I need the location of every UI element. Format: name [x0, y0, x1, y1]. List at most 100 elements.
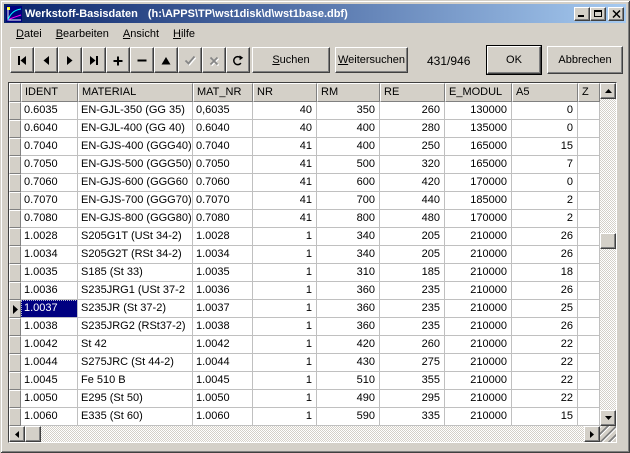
grid-cell-material[interactable]: EN-GJL-350 (GG 35) — [78, 102, 193, 120]
grid-cell-z[interactable] — [578, 408, 600, 426]
grid-cell-ident[interactable]: 0.7070 — [21, 192, 78, 210]
grid-cell-mat_nr[interactable]: 1.0060 — [193, 408, 253, 426]
resize-grip[interactable] — [600, 426, 616, 442]
grid-cell-z[interactable] — [578, 372, 600, 390]
scroll-down-button[interactable] — [600, 410, 616, 426]
search-next-button[interactable]: Weitersuchen — [335, 47, 408, 73]
nav-insert-button[interactable] — [106, 47, 130, 73]
grid-cell-a5[interactable]: 22 — [512, 390, 578, 408]
grid-cell-material[interactable]: Fe 510 B — [78, 372, 193, 390]
grid-cell-a5[interactable]: 15 — [512, 408, 578, 426]
grid-cell-ident[interactable]: 1.0036 — [21, 282, 78, 300]
grid-cell-re[interactable]: 235 — [380, 318, 445, 336]
grid-cell-a5[interactable]: 18 — [512, 264, 578, 282]
grid-cell-nr[interactable]: 1 — [253, 390, 317, 408]
grid-cell-material[interactable]: S205G2T (RSt 34-2) — [78, 246, 193, 264]
grid-cell-nr[interactable]: 41 — [253, 174, 317, 192]
grid-cell-nr[interactable]: 1 — [253, 264, 317, 282]
grid-cell-nr[interactable]: 41 — [253, 138, 317, 156]
menu-ansicht[interactable]: Ansicht — [116, 26, 166, 42]
grid-cell-z[interactable] — [578, 192, 600, 210]
grid-cell-nr[interactable]: 1 — [253, 372, 317, 390]
grid-cell-e_modul[interactable]: 170000 — [445, 174, 512, 192]
grid-cell-material[interactable]: EN-GJS-600 (GGG60 — [78, 174, 193, 192]
grid-cell-re[interactable]: 235 — [380, 300, 445, 318]
grid-cell-material[interactable]: St 42 — [78, 336, 193, 354]
grid-cell-rm[interactable]: 360 — [317, 318, 380, 336]
grid-cell-rm[interactable]: 340 — [317, 228, 380, 246]
grid-cell-re[interactable]: 185 — [380, 264, 445, 282]
grid-cell-e_modul[interactable]: 210000 — [445, 354, 512, 372]
menu-bearbeiten[interactable]: Bearbeiten — [49, 26, 116, 42]
grid-cell-z[interactable] — [578, 264, 600, 282]
grid-cell-rm[interactable]: 360 — [317, 300, 380, 318]
grid-cell-rm[interactable]: 490 — [317, 390, 380, 408]
nav-prior-button[interactable] — [34, 47, 58, 73]
grid-cell-material[interactable]: S235JRG2 (RSt37-2) — [78, 318, 193, 336]
grid-cell-mat_nr[interactable]: 1.0044 — [193, 354, 253, 372]
grid-cell-rm[interactable]: 310 — [317, 264, 380, 282]
grid-cell-nr[interactable]: 1 — [253, 282, 317, 300]
grid-cell-rm[interactable]: 360 — [317, 282, 380, 300]
grid-cell-mat_nr[interactable]: 0,6035 — [193, 102, 253, 120]
grid-cell-material[interactable]: EN-GJS-500 (GGG50) — [78, 156, 193, 174]
grid-cell-ident[interactable]: 0.7060 — [21, 174, 78, 192]
grid-cell-ident[interactable]: 0.7040 — [21, 138, 78, 156]
grid-cell-z[interactable] — [578, 210, 600, 228]
grid-cell-z[interactable] — [578, 174, 600, 192]
grid-cell-nr[interactable]: 1 — [253, 336, 317, 354]
grid-cell-material[interactable]: EN-GJS-700 (GGG70) — [78, 192, 193, 210]
grid-cell-nr[interactable]: 40 — [253, 102, 317, 120]
grid-cell-material[interactable]: S275JRC (St 44-2) — [78, 354, 193, 372]
nav-delete-button[interactable] — [130, 47, 154, 73]
grid-cell-mat_nr[interactable]: 0.7070 — [193, 192, 253, 210]
grid-cell-mat_nr[interactable]: 0.7060 — [193, 174, 253, 192]
maximize-button[interactable] — [590, 7, 606, 21]
grid-cell-ident[interactable]: 1.0044 — [21, 354, 78, 372]
grid-cell-re[interactable]: 275 — [380, 354, 445, 372]
grid-cell-rm[interactable]: 700 — [317, 192, 380, 210]
grid-cell-e_modul[interactable]: 165000 — [445, 138, 512, 156]
grid-cell-a5[interactable]: 0 — [512, 120, 578, 138]
grid-cell-rm[interactable]: 400 — [317, 138, 380, 156]
grid-cell-re[interactable]: 355 — [380, 372, 445, 390]
grid-cell-ident[interactable]: 0.6040 — [21, 120, 78, 138]
grid-cell-ident[interactable]: 0.7050 — [21, 156, 78, 174]
grid-cell-a5[interactable]: 26 — [512, 318, 578, 336]
grid-cell-re[interactable]: 440 — [380, 192, 445, 210]
grid-cell-rm[interactable]: 340 — [317, 246, 380, 264]
grid-cell-rm[interactable]: 500 — [317, 156, 380, 174]
grid-cell-mat_nr[interactable]: 0.7050 — [193, 156, 253, 174]
grid-cell-a5[interactable]: 22 — [512, 354, 578, 372]
grid-cell-nr[interactable]: 1 — [253, 300, 317, 318]
grid-cell-e_modul[interactable]: 210000 — [445, 318, 512, 336]
grid-cell-mat_nr[interactable]: 1.0045 — [193, 372, 253, 390]
grid-cell-ident[interactable]: 1.0045 — [21, 372, 78, 390]
cancel-button[interactable]: Abbrechen — [547, 46, 623, 74]
grid-cell-material[interactable]: S205G1T (USt 34-2) — [78, 228, 193, 246]
grid-cell-a5[interactable]: 26 — [512, 246, 578, 264]
grid-cell-mat_nr[interactable]: 1.0028 — [193, 228, 253, 246]
grid-cell-re[interactable]: 295 — [380, 390, 445, 408]
menu-datei[interactable]: Datei — [9, 26, 49, 42]
scroll-right-button[interactable] — [584, 426, 600, 442]
grid-cell-mat_nr[interactable]: 1.0034 — [193, 246, 253, 264]
close-button[interactable] — [608, 7, 624, 21]
grid-cell-e_modul[interactable]: 210000 — [445, 228, 512, 246]
grid-cell-mat_nr[interactable]: 1.0037 — [193, 300, 253, 318]
grid-cell-re[interactable]: 420 — [380, 174, 445, 192]
grid-cell-material[interactable]: S235JRG1 (USt 37-2 — [78, 282, 193, 300]
grid-cell-e_modul[interactable]: 210000 — [445, 282, 512, 300]
grid-cell-nr[interactable]: 1 — [253, 408, 317, 426]
grid-cell-rm[interactable]: 420 — [317, 336, 380, 354]
grid-cell-re[interactable]: 480 — [380, 210, 445, 228]
grid-cell-mat_nr[interactable]: 0.7040 — [193, 138, 253, 156]
nav-edit-button[interactable] — [154, 47, 178, 73]
minimize-button[interactable] — [574, 7, 590, 21]
grid-cell-re[interactable]: 260 — [380, 336, 445, 354]
grid-cell-z[interactable] — [578, 390, 600, 408]
grid-cell-re[interactable]: 205 — [380, 246, 445, 264]
grid-cell-a5[interactable]: 2 — [512, 210, 578, 228]
grid-cell-e_modul[interactable]: 165000 — [445, 156, 512, 174]
grid-cell-mat_nr[interactable]: 0.7080 — [193, 210, 253, 228]
